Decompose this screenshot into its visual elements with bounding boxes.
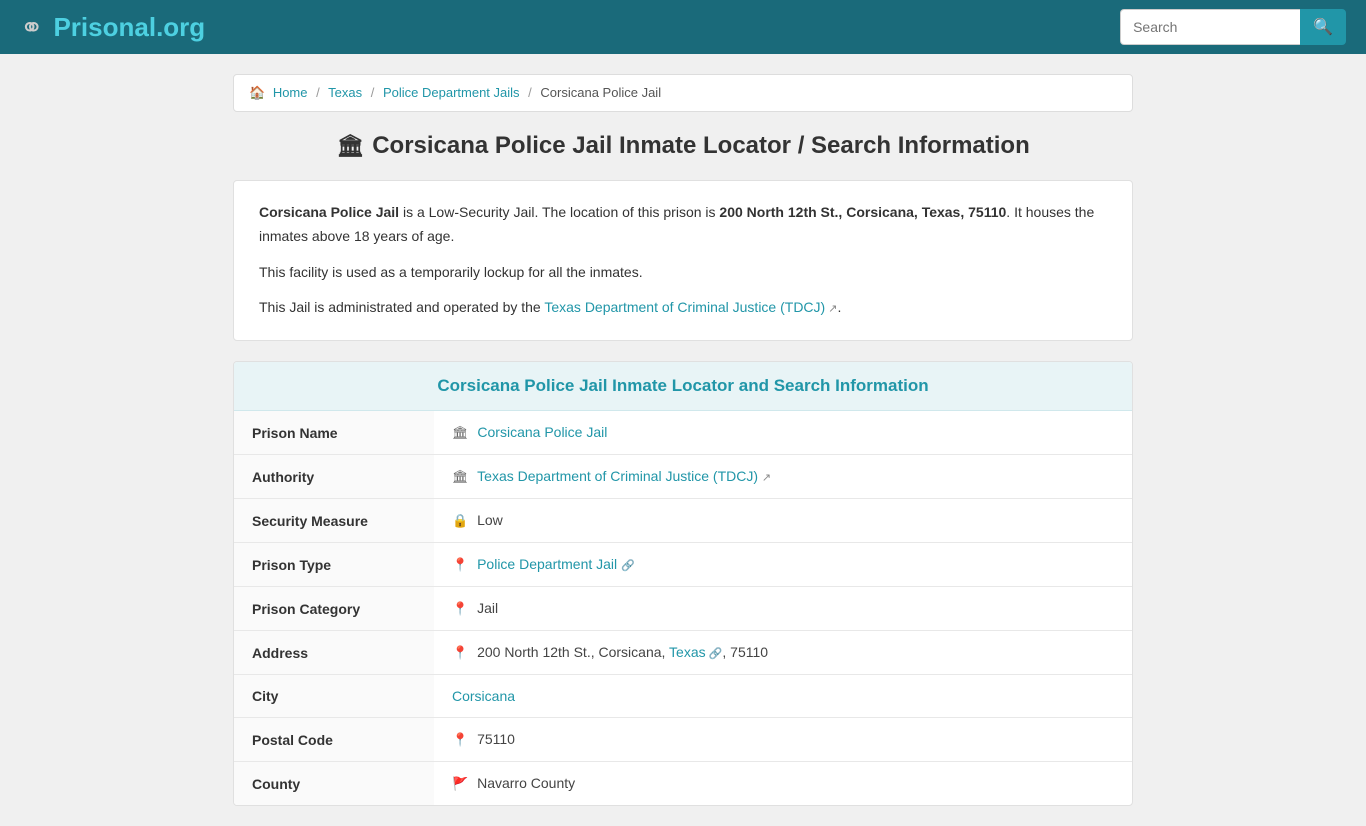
label-authority: Authority	[234, 455, 434, 499]
breadcrumb-texas[interactable]: Texas	[328, 85, 362, 100]
county-icon: 🚩	[452, 776, 468, 791]
address-suffix: , 75110	[722, 644, 768, 660]
category-value: Jail	[477, 600, 498, 616]
search-button[interactable]: 🔍	[1300, 9, 1346, 45]
table-row: Security Measure 🔒 Low	[234, 499, 1132, 543]
page-title: 🏛 Corsicana Police Jail Inmate Locator /…	[233, 132, 1133, 160]
table-row: County 🚩 Navarro County	[234, 762, 1132, 806]
value-prison-name: 🏛 Corsicana Police Jail	[434, 411, 1132, 455]
label-address: Address	[234, 631, 434, 675]
authority-link[interactable]: Texas Department of Criminal Justice (TD…	[477, 468, 758, 484]
value-address: 📍 200 North 12th St., Corsicana, Texas 🔗…	[434, 631, 1132, 675]
county-value: Navarro County	[477, 775, 575, 791]
type-icon: 📍	[452, 557, 468, 572]
table-row: Prison Category 📍 Jail	[234, 587, 1132, 631]
info-section-header: Corsicana Police Jail Inmate Locator and…	[234, 362, 1132, 411]
value-postal: 📍 75110	[434, 718, 1132, 762]
lock-icon: 🔒	[452, 513, 468, 528]
table-row: Address 📍 200 North 12th St., Corsicana,…	[234, 631, 1132, 675]
table-row: City Corsicana	[234, 675, 1132, 718]
value-county: 🚩 Navarro County	[434, 762, 1132, 806]
breadcrumb-sep-1: /	[316, 85, 320, 100]
breadcrumb-sep-2: /	[371, 85, 375, 100]
home-icon: 🏠	[249, 85, 265, 100]
table-row: Postal Code 📍 75110	[234, 718, 1132, 762]
security-value: Low	[477, 512, 503, 528]
breadcrumb-sep-3: /	[528, 85, 532, 100]
address-icon: 📍	[452, 645, 468, 660]
label-security: Security Measure	[234, 499, 434, 543]
postal-value: 75110	[477, 731, 515, 747]
desc-1-body: is a Low-Security Jail. The location of …	[399, 204, 719, 220]
logo-text: Prisonal.org	[53, 12, 205, 43]
prison-icon: 🏛	[336, 133, 364, 159]
logo-area: ⚭ Prisonal.org	[20, 11, 205, 44]
table-row: Authority 🏛 Texas Department of Criminal…	[234, 455, 1132, 499]
value-prison-category: 📍 Jail	[434, 587, 1132, 631]
main-content: 🏠 Home / Texas / Police Department Jails…	[223, 54, 1143, 826]
value-authority: 🏛 Texas Department of Criminal Justice (…	[434, 455, 1132, 499]
description-para-2: This facility is used as a temporarily l…	[259, 261, 1107, 285]
value-prison-type: 📍 Police Department Jail 🔗	[434, 543, 1132, 587]
prison-name-link[interactable]: Corsicana Police Jail	[477, 424, 607, 440]
search-input[interactable]	[1120, 9, 1300, 45]
value-security: 🔒 Low	[434, 499, 1132, 543]
breadcrumb-current: Corsicana Police Jail	[540, 85, 661, 100]
label-prison-name: Prison Name	[234, 411, 434, 455]
info-table: Prison Name 🏛 Corsicana Police Jail Auth…	[234, 411, 1132, 805]
prison-type-link[interactable]: Police Department Jail	[477, 556, 617, 572]
tdcj-link[interactable]: Texas Department of Criminal Justice (TD…	[544, 299, 825, 315]
city-link[interactable]: Corsicana	[452, 688, 515, 704]
address-bold: 200 North 12th St., Corsicana, Texas, 75…	[719, 204, 1006, 220]
desc-3-prefix: This Jail is administrated and operated …	[259, 299, 544, 315]
search-area: 🔍	[1120, 9, 1346, 45]
authority-icon: 🏛	[452, 469, 469, 484]
value-city: Corsicana	[434, 675, 1132, 718]
label-county: County	[234, 762, 434, 806]
header: ⚭ Prisonal.org 🔍	[0, 0, 1366, 54]
texas-link-icon: 🔗	[706, 648, 723, 660]
breadcrumb-home[interactable]: Home	[273, 85, 308, 100]
label-postal: Postal Code	[234, 718, 434, 762]
info-section: Corsicana Police Jail Inmate Locator and…	[233, 361, 1133, 806]
prison-name-icon: 🏛	[452, 425, 469, 440]
description-para-3: This Jail is administrated and operated …	[259, 296, 1107, 320]
label-prison-category: Prison Category	[234, 587, 434, 631]
logo-icon: ⚭	[20, 11, 43, 44]
description-para-1: Corsicana Police Jail is a Low-Security …	[259, 201, 1107, 249]
breadcrumb: 🏠 Home / Texas / Police Department Jails…	[233, 74, 1133, 112]
logo-tld: .org	[156, 12, 205, 42]
table-row: Prison Name 🏛 Corsicana Police Jail	[234, 411, 1132, 455]
logo-brand: Prisonal	[53, 12, 156, 42]
authority-ext-icon: ↗	[762, 472, 771, 484]
breadcrumb-pdj[interactable]: Police Department Jails	[383, 85, 520, 100]
prison-name-bold: Corsicana Police Jail	[259, 204, 399, 220]
address-prefix: 200 North 12th St., Corsicana,	[477, 644, 669, 660]
type-link-icon: 🔗	[621, 560, 635, 572]
texas-link[interactable]: Texas	[669, 644, 706, 660]
page-title-text: Corsicana Police Jail Inmate Locator / S…	[372, 132, 1030, 160]
ext-icon: ↗	[825, 303, 837, 315]
category-icon: 📍	[452, 601, 468, 616]
table-row: Prison Type 📍 Police Department Jail 🔗	[234, 543, 1132, 587]
postal-icon: 📍	[452, 732, 468, 747]
description-block: Corsicana Police Jail is a Low-Security …	[233, 180, 1133, 341]
label-prison-type: Prison Type	[234, 543, 434, 587]
label-city: City	[234, 675, 434, 718]
desc-3-suffix: .	[838, 299, 842, 315]
